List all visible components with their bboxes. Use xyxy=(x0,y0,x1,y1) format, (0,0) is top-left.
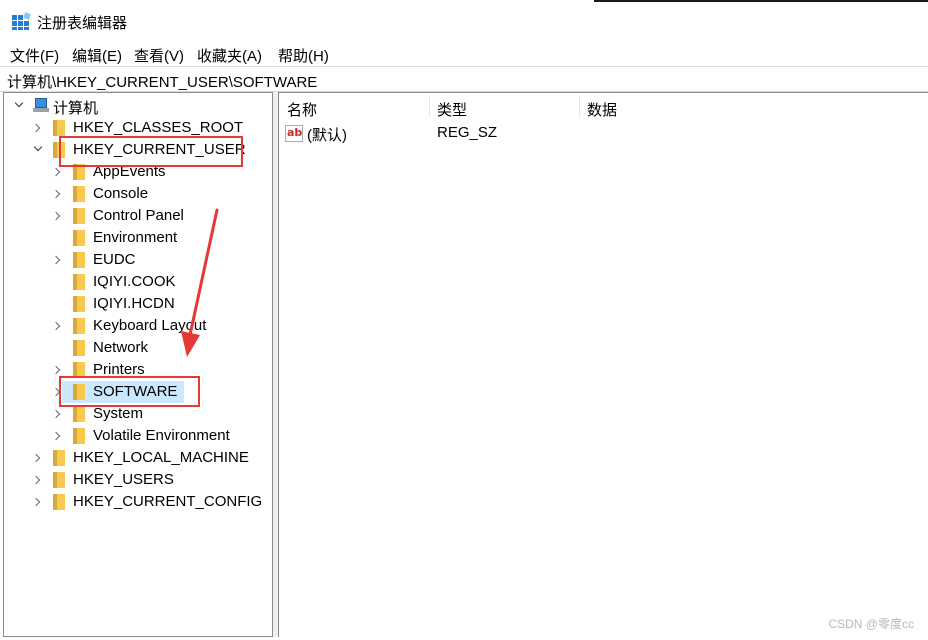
folder-icon xyxy=(53,494,65,510)
registry-editor-icon xyxy=(12,12,31,31)
folder-icon xyxy=(73,252,85,268)
expand-icon[interactable] xyxy=(31,453,43,463)
tree-item-console[interactable]: Console xyxy=(4,183,272,205)
computer-icon xyxy=(33,97,49,113)
annotation-box-hkey-current-user xyxy=(59,136,243,167)
column-header-type[interactable]: 类型 xyxy=(437,99,467,120)
folder-icon xyxy=(73,274,85,290)
annotation-arrow-icon xyxy=(181,208,219,357)
tree-item-hkey-local-machine[interactable]: HKEY_LOCAL_MACHINE xyxy=(4,447,272,469)
watermark: CSDN @零度cc xyxy=(828,617,914,631)
tree-label: Environment xyxy=(93,229,178,246)
tree-item-keyboard-layout[interactable]: Keyboard Layout xyxy=(4,315,272,337)
tree-label: HKEY_CURRENT_CONFIG xyxy=(73,493,263,510)
menu-help[interactable]: 帮助(H) xyxy=(278,45,329,66)
tree-item-computer[interactable]: 计算机 xyxy=(4,95,272,117)
tree-label: IQIYI.COOK xyxy=(93,273,176,290)
tree-pane[interactable]: 计算机 HKEY_CLASSES_ROOT HKEY_CURRENT_USER … xyxy=(3,92,273,637)
expand-icon[interactable] xyxy=(31,123,43,133)
expand-icon[interactable] xyxy=(51,189,63,199)
menu-file[interactable]: 文件(F) xyxy=(10,45,59,66)
column-header-name[interactable]: 名称 xyxy=(287,99,317,120)
column-header-data[interactable]: 数据 xyxy=(587,99,617,120)
menu-favorites[interactable]: 收藏夹(A) xyxy=(197,45,262,66)
value-type: REG_SZ xyxy=(437,124,498,141)
menu-view[interactable]: 查看(V) xyxy=(134,45,184,66)
expand-icon[interactable] xyxy=(31,497,43,507)
folder-icon xyxy=(73,318,85,334)
expand-icon[interactable] xyxy=(51,167,63,177)
folder-icon xyxy=(53,472,65,488)
collapse-icon[interactable] xyxy=(33,142,43,155)
tree-label: Network xyxy=(93,339,149,356)
menu-edit[interactable]: 编辑(E) xyxy=(72,45,122,66)
list-row[interactable]: ab (默认) REG_SZ xyxy=(285,123,685,145)
tree-item-environment[interactable]: Environment xyxy=(4,227,272,249)
title-bar: 注册表编辑器 xyxy=(0,0,928,42)
tree-label: IQIYI.HCDN xyxy=(93,295,175,312)
background-window-edge xyxy=(594,0,928,3)
folder-icon xyxy=(73,340,85,356)
string-value-icon: ab xyxy=(285,125,303,142)
tree-item-volatile-environment[interactable]: Volatile Environment xyxy=(4,425,272,447)
expand-icon[interactable] xyxy=(51,409,63,419)
tree-item-control-panel[interactable]: Control Panel xyxy=(4,205,272,227)
folder-icon xyxy=(73,208,85,224)
tree-label: HKEY_CLASSES_ROOT xyxy=(73,119,244,136)
folder-icon xyxy=(73,428,85,444)
value-name: (默认) xyxy=(307,127,347,144)
address-bar[interactable]: 计算机\HKEY_CURRENT_USER\SOFTWARE xyxy=(0,66,928,92)
expand-icon[interactable] xyxy=(51,255,63,265)
tree-label: HKEY_USERS xyxy=(73,471,174,488)
folder-icon xyxy=(73,186,85,202)
expand-icon[interactable] xyxy=(51,365,63,375)
tree-label: HKEY_LOCAL_MACHINE xyxy=(73,449,249,466)
expand-icon[interactable] xyxy=(51,321,63,331)
tree-label: Volatile Environment xyxy=(93,427,230,444)
folder-icon xyxy=(73,296,85,312)
address-path[interactable]: 计算机\HKEY_CURRENT_USER\SOFTWARE xyxy=(7,71,317,92)
menu-bar: 文件(F) 编辑(E) 查看(V) 收藏夹(A) 帮助(H) xyxy=(0,42,928,66)
tree-label: Console xyxy=(93,185,149,202)
tree-label: System xyxy=(93,405,144,422)
folder-icon xyxy=(73,406,85,422)
tree-label: 计算机 xyxy=(53,100,99,117)
tree-item-eudc[interactable]: EUDC xyxy=(4,249,272,271)
folder-icon xyxy=(73,230,85,246)
window-title: 注册表编辑器 xyxy=(37,15,128,32)
expand-icon[interactable] xyxy=(31,475,43,485)
tree-item-iqiyi-cook[interactable]: IQIYI.COOK xyxy=(4,271,272,293)
column-separator[interactable] xyxy=(579,95,580,117)
tree-item-hkey-current-config[interactable]: HKEY_CURRENT_CONFIG xyxy=(4,491,272,513)
column-separator[interactable] xyxy=(429,95,430,117)
annotation-box-software xyxy=(59,376,200,407)
tree-item-hkey-users[interactable]: HKEY_USERS xyxy=(4,469,272,491)
expand-icon[interactable] xyxy=(51,431,63,441)
value-list-pane[interactable]: 名称 类型 数据 ab (默认) REG_SZ xyxy=(278,92,928,637)
tree-item-iqiyi-hcdn[interactable]: IQIYI.HCDN xyxy=(4,293,272,315)
collapse-icon[interactable] xyxy=(14,98,24,111)
expand-icon[interactable] xyxy=(51,211,63,221)
tree-label: EUDC xyxy=(93,251,136,268)
tree-item-network[interactable]: Network xyxy=(4,337,272,359)
folder-icon xyxy=(53,450,65,466)
folder-icon xyxy=(53,120,65,136)
